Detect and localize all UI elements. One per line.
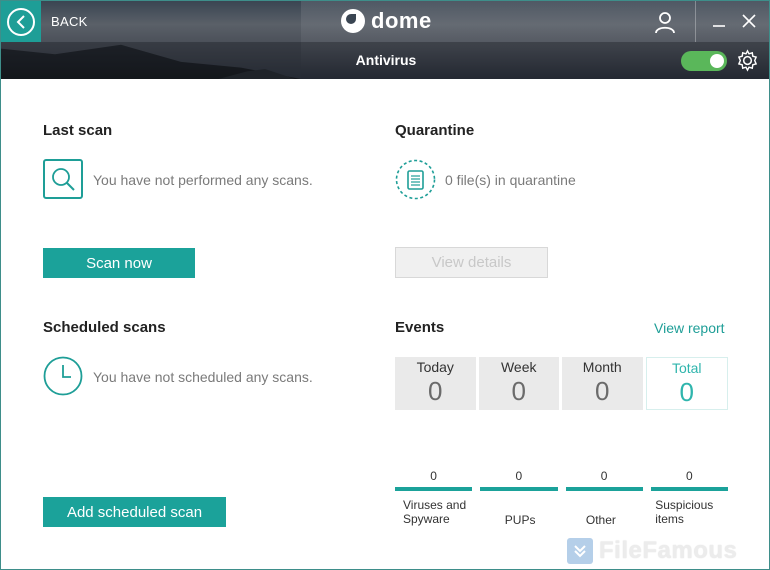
period-value: 0 <box>679 377 694 407</box>
watermark-download-icon <box>567 538 593 564</box>
antivirus-toggle[interactable] <box>681 51 727 71</box>
category-count: 0 <box>515 469 523 483</box>
quarantine-message: 0 file(s) in quarantine <box>445 172 576 188</box>
category-label-pups: PUPs <box>504 513 536 527</box>
category-count: 0 <box>686 469 693 483</box>
events-today[interactable]: Today 0 <box>395 357 476 410</box>
category-count: 0 <box>600 469 608 483</box>
quarantine-icon <box>395 159 436 200</box>
last-scan-title: Last scan <box>43 122 113 139</box>
last-scan-message: You have not performed any scans. <box>93 172 313 188</box>
events-title: Events <box>395 319 445 336</box>
back-label[interactable]: BACK <box>51 14 88 29</box>
logo-text: dome <box>371 8 432 33</box>
minimize-icon[interactable] <box>711 13 727 29</box>
app-logo: dome <box>341 8 432 34</box>
gear-icon[interactable] <box>736 49 759 72</box>
category-label-suspicious: Suspicious items <box>655 498 714 526</box>
period-value: 0 <box>428 376 443 406</box>
scan-now-button[interactable]: Scan now <box>43 248 195 278</box>
toggle-knob <box>710 54 724 68</box>
period-value: 0 <box>595 376 610 406</box>
period-label: Month <box>582 359 622 375</box>
category-label-viruses: Viruses and Spyware <box>403 498 467 526</box>
period-value: 0 <box>511 376 526 406</box>
events-periods: Today 0 Week 0 Month 0 Total 0 <box>395 357 728 410</box>
scheduled-scans-title: Scheduled scans <box>43 319 166 336</box>
events-week[interactable]: Week 0 <box>478 357 559 410</box>
category-bar: 0 <box>565 469 643 491</box>
section-title: Antivirus <box>355 52 417 68</box>
app-window: BACK dome Antivirus Last scan You have n… <box>0 0 770 570</box>
category-bar-line <box>480 487 558 491</box>
category-count: 0 <box>430 469 437 483</box>
logo-mark-icon <box>341 9 365 33</box>
category-bar: 0 <box>650 469 728 491</box>
view-details-button[interactable]: View details <box>395 247 548 278</box>
watermark: FileFamous <box>567 537 737 565</box>
event-category-bars: 0 0 0 0 <box>395 469 728 491</box>
category-bar: 0 <box>480 469 558 491</box>
event-category-labels: Viruses and Spyware PUPs Other Suspiciou… <box>395 498 728 527</box>
period-label: Week <box>500 359 537 375</box>
category-bar-line <box>395 487 473 491</box>
user-icon[interactable] <box>653 10 677 34</box>
clock-icon <box>43 356 83 396</box>
quarantine-title: Quarantine <box>395 122 475 139</box>
add-scheduled-scan-button[interactable]: Add scheduled scan <box>43 497 226 527</box>
scheduled-scans-message: You have not scheduled any scans. <box>93 369 313 385</box>
category-bar-line <box>650 487 728 491</box>
category-bar: 0 <box>395 469 473 491</box>
close-icon[interactable] <box>741 13 757 29</box>
events-month[interactable]: Month 0 <box>562 357 643 410</box>
category-label-other: Other <box>585 513 616 527</box>
category-bar-line <box>565 487 643 491</box>
back-arrow-icon <box>7 7 35 36</box>
back-button[interactable] <box>1 1 41 42</box>
watermark-text: FileFamous <box>599 537 738 564</box>
period-label: Total <box>671 360 702 376</box>
view-report-link[interactable]: View report <box>654 320 725 336</box>
events-total[interactable]: Total 0 <box>645 357 728 410</box>
header: BACK dome Antivirus <box>1 1 769 79</box>
period-label: Today <box>416 359 454 375</box>
search-icon <box>43 159 83 199</box>
header-divider <box>695 1 696 42</box>
